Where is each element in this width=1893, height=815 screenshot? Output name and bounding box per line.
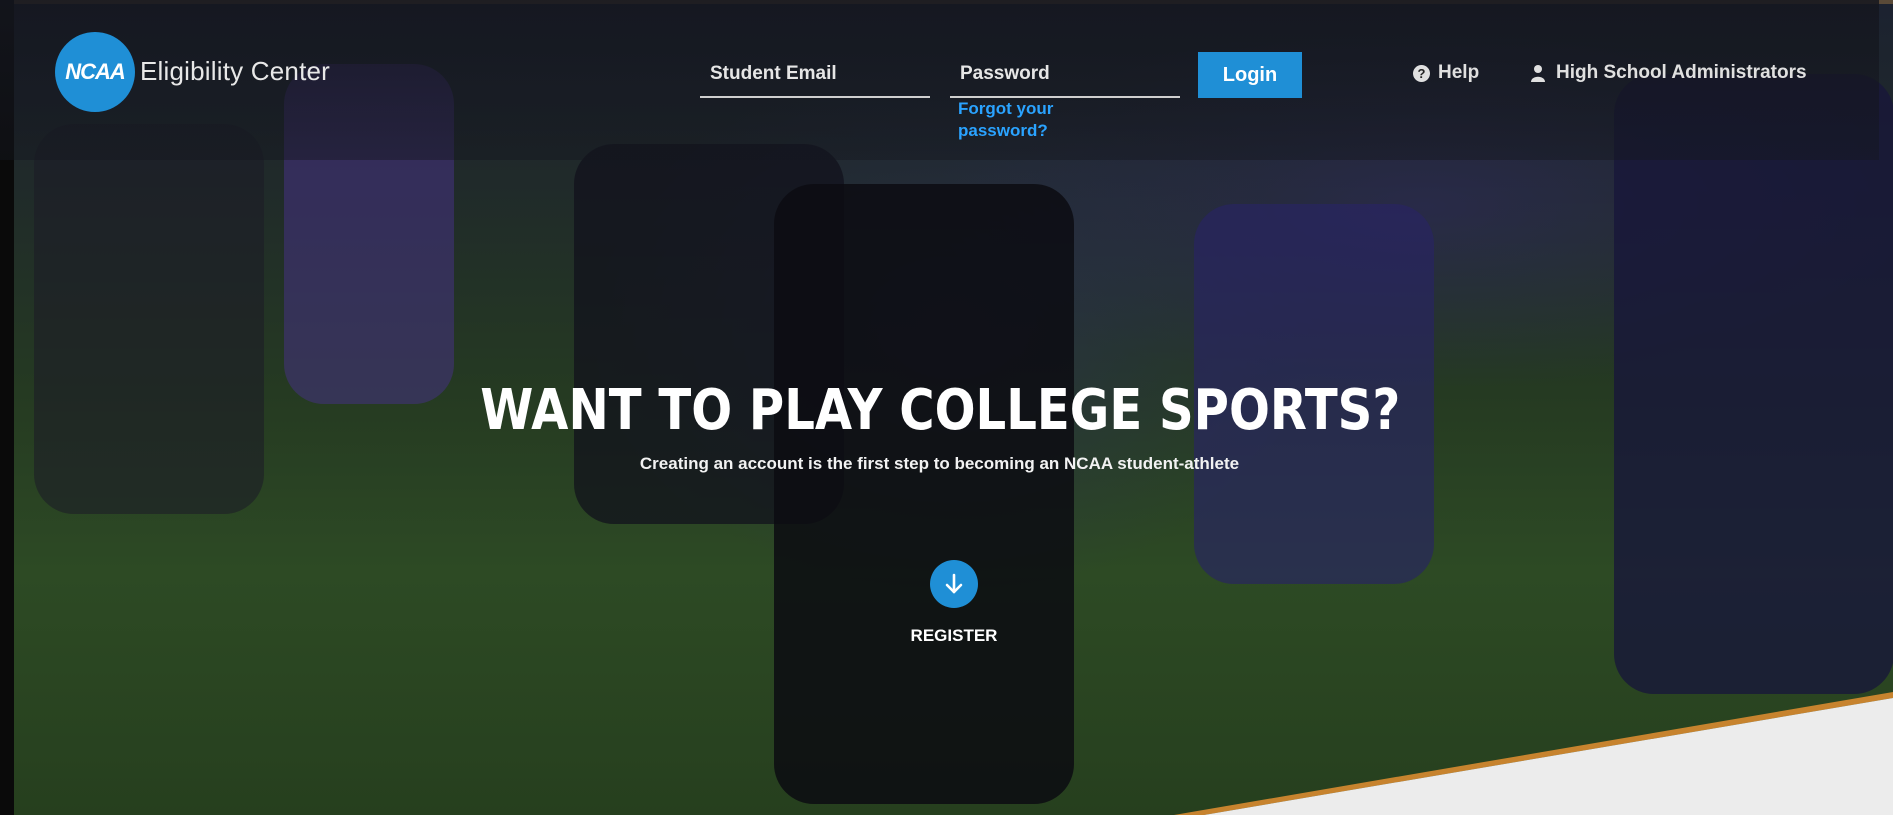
- ncaa-logo[interactable]: NCAA: [55, 32, 135, 112]
- top-navigation: NCAA Eligibility Center Forgot your pass…: [0, 0, 1879, 160]
- hero-title: WANT TO PLAY COLLEGE SPORTS?: [480, 378, 1401, 443]
- arrow-down-icon: [945, 573, 963, 594]
- hero-subtitle: Creating an account is the first step to…: [639, 454, 1240, 473]
- register-link[interactable]: REGISTER: [880, 626, 1028, 646]
- high-school-administrators-link[interactable]: High School Administrators: [1530, 62, 1807, 84]
- help-link[interactable]: ? Help: [1413, 62, 1479, 84]
- register-arrow-button[interactable]: [930, 560, 978, 608]
- logo-text: NCAA: [65, 59, 126, 84]
- password-input[interactable]: [950, 56, 1180, 92]
- site-name[interactable]: Eligibility Center: [140, 56, 330, 87]
- user-icon: [1531, 65, 1545, 82]
- student-email-input[interactable]: [700, 56, 930, 92]
- login-button[interactable]: Login: [1198, 52, 1302, 98]
- admins-label: High School Administrators: [1556, 62, 1807, 83]
- help-label: Help: [1438, 62, 1480, 83]
- question-circle-icon: ?: [1413, 64, 1430, 82]
- password-field-wrapper: [950, 56, 1180, 98]
- forgot-password-link[interactable]: Forgot your password?: [958, 98, 1118, 142]
- email-field-wrapper: [700, 56, 930, 98]
